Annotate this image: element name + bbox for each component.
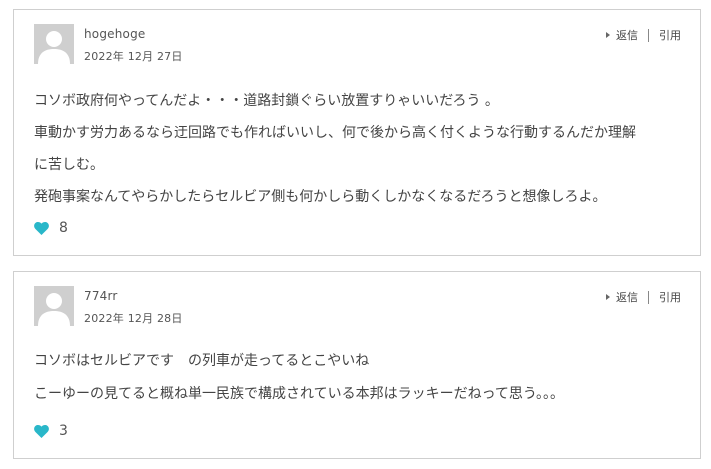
comment-body: コソボ政府何やってんだよ・・・道路封鎖ぐらい放置すりゃいいだろう 。 車動かす労… — [34, 85, 684, 213]
heart-icon — [34, 221, 49, 235]
comment-line: 発砲事案なんてやらかしたらセルビア側も何かしら動くしかなくなるだろうと想像しろよ… — [34, 189, 607, 205]
like-count: 8 — [59, 220, 68, 236]
comment-author: 774rr — [84, 289, 118, 303]
comment-author: hogehoge — [84, 27, 146, 41]
quote-button[interactable]: 引用 — [659, 27, 681, 43]
divider — [648, 28, 649, 42]
reply-button[interactable]: 返信 — [616, 289, 638, 305]
comment-date: 2022年 12月 28日 — [84, 312, 183, 325]
comment-line: コソボはセルビアです の列車が走ってるとこやいね — [34, 353, 370, 369]
avatar[interactable] — [34, 24, 74, 64]
triangle-right-icon — [606, 32, 610, 38]
heart-icon — [34, 424, 49, 438]
like-button[interactable]: 8 — [34, 220, 68, 236]
comment-line: 車動かす労力あるなら迂回路でも作ればいいし、何で後から高く付くような行動するんだ… — [34, 125, 636, 141]
like-button[interactable]: 3 — [34, 423, 68, 439]
avatar[interactable] — [34, 286, 74, 326]
quote-button[interactable]: 引用 — [659, 289, 681, 305]
triangle-right-icon — [606, 294, 610, 300]
comment-actions: 返信 引用 — [606, 27, 681, 43]
reply-button[interactable]: 返信 — [616, 27, 638, 43]
divider — [648, 290, 649, 304]
comment-card: 774rr 2022年 12月 28日 返信 引用 コソボはセルビアです の列車… — [13, 271, 701, 459]
user-silhouette-icon — [34, 24, 74, 64]
comment-actions: 返信 引用 — [606, 289, 681, 305]
comment-line: コソボ政府何やってんだよ・・・道路封鎖ぐらい放置すりゃいいだろう 。 — [34, 93, 499, 109]
comment-line: こーゆーの見てると概ね単一民族で構成されている本邦はラッキーだねって思う。。。 — [34, 386, 565, 402]
comment-body: コソボはセルビアです の列車が走ってるとこやいね こーゆーの見てると概ね単一民族… — [34, 345, 684, 411]
comment-line: に苦しむ。 — [34, 157, 104, 173]
like-count: 3 — [59, 423, 68, 439]
comment-card: hogehoge 2022年 12月 27日 返信 引用 コソボ政府何やってんだ… — [13, 9, 701, 256]
user-silhouette-icon — [34, 286, 74, 326]
comment-date: 2022年 12月 27日 — [84, 50, 183, 63]
